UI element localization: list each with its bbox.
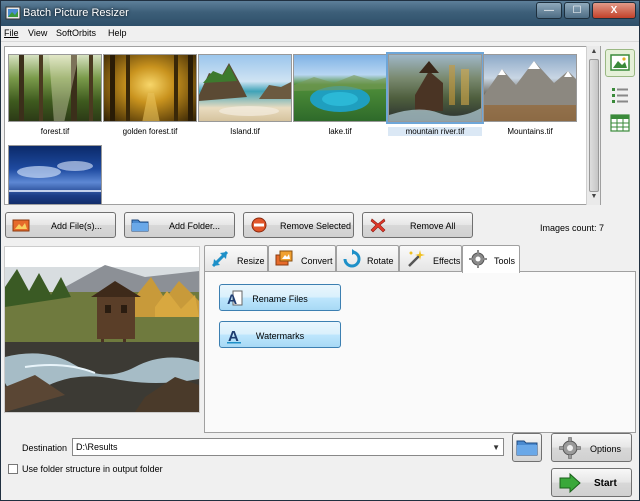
folder-structure-checkbox[interactable] (8, 464, 18, 474)
start-button[interactable]: Start (551, 468, 632, 497)
thumbnail-forest (8, 54, 102, 122)
app-window: Batch Picture Resizer — ☐ X File View So… (0, 0, 640, 501)
thumbnail-mountain-river (386, 52, 484, 124)
add-files-label: Add File(s)... (51, 221, 103, 231)
app-icon (5, 6, 21, 20)
close-button[interactable]: X (592, 2, 636, 19)
tab-label: Tools (494, 256, 516, 266)
thumbnail-view-button[interactable] (605, 49, 635, 77)
thumbnail-caption: forest.tif (40, 127, 70, 136)
destination-combobox[interactable]: D:\Results ▼ (72, 438, 504, 456)
watermarks-label: Watermarks (255, 331, 305, 341)
thumbnail-golden-forest (103, 54, 197, 122)
title-bar: Batch Picture Resizer — ☐ X (1, 1, 639, 26)
scroll-down-icon[interactable]: ▼ (589, 193, 599, 203)
tab-label: Convert (301, 256, 333, 266)
add-files-button[interactable]: Add File(s)... (5, 212, 116, 238)
delete-x-icon (370, 218, 386, 233)
gear-icon (469, 250, 487, 268)
menu-file[interactable]: File (4, 28, 19, 38)
scroll-thumb[interactable] (589, 59, 599, 192)
start-label: Start (594, 478, 617, 489)
gallery-item[interactable]: forest.tif (8, 54, 102, 136)
remove-all-label: Remove All (410, 221, 456, 231)
gallery-item[interactable]: Mountains.tif (483, 54, 577, 136)
remove-icon (251, 217, 267, 233)
tab-resize[interactable]: Resize (204, 245, 268, 272)
destination-label: Destination (22, 443, 68, 453)
add-folder-label: Add Folder... (169, 221, 221, 231)
add-folder-button[interactable]: Add Folder... (124, 212, 235, 238)
remove-selected-button[interactable]: Remove Selected (243, 212, 354, 238)
magic-wand-icon (408, 250, 425, 267)
thumbnail-island (198, 54, 292, 122)
remove-selected-label: Remove Selected (280, 221, 352, 231)
thumbnail-sky (8, 145, 102, 204)
window-title: Batch Picture Resizer (23, 7, 129, 19)
rename-files-label: Rename Files (252, 294, 308, 304)
browse-folder-button[interactable] (512, 433, 542, 462)
watermarks-button[interactable]: A Watermarks (219, 321, 341, 348)
scroll-up-icon[interactable]: ▲ (589, 48, 599, 58)
thumbnail-lake (293, 54, 387, 122)
picture-icon (610, 54, 630, 71)
options-label: Options (590, 444, 622, 454)
folder-icon (516, 440, 538, 456)
remove-all-button[interactable]: Remove All (362, 212, 473, 238)
image-gallery[interactable]: forest.tif golden forest.tif Island.tif … (4, 46, 601, 205)
thumbnail-mountains (483, 54, 577, 122)
add-image-icon (12, 219, 30, 232)
tab-tools[interactable]: Tools (462, 245, 520, 273)
gallery-item[interactable]: Island.tif (198, 54, 292, 136)
tab-label: Rotate (367, 256, 394, 266)
rename-files-button[interactable]: A Rename Files (219, 284, 341, 311)
thumbnail-caption: Island.tif (230, 127, 260, 136)
preview-image (5, 247, 199, 412)
options-button[interactable]: Options (551, 433, 632, 462)
maximize-button[interactable]: ☐ (564, 2, 590, 19)
images-count: Images count: 7 (540, 223, 605, 233)
list-icon (612, 88, 628, 103)
play-arrow-icon (559, 472, 581, 494)
list-view-button[interactable] (605, 81, 635, 109)
gallery-item-selected[interactable]: mountain river.tif (386, 52, 484, 136)
folder-icon (131, 219, 149, 232)
thumbnail-caption: mountain river.tif (388, 127, 482, 136)
image-preview (4, 246, 200, 413)
gallery-item[interactable]: lake.tif (293, 54, 387, 136)
gallery-item[interactable]: golden forest.tif (103, 54, 197, 136)
destination-value: D:\Results (76, 442, 118, 452)
menu-bar: File View SoftOrbits Help (1, 26, 639, 42)
table-view-button[interactable] (605, 109, 635, 137)
gallery-item[interactable] (8, 145, 102, 204)
tab-label: Effects (433, 256, 461, 266)
tab-rotate[interactable]: Rotate (336, 245, 399, 272)
gallery-scrollbar[interactable]: ▲ ▼ (586, 46, 600, 205)
rotate-icon (343, 249, 361, 268)
tab-convert[interactable]: Convert (268, 245, 336, 272)
tools-panel: A Rename Files A Watermarks (204, 271, 636, 433)
thumbnail-caption: golden forest.tif (122, 127, 178, 136)
thumbnail-caption: lake.tif (328, 127, 352, 136)
chevron-down-icon[interactable]: ▼ (492, 443, 500, 452)
tab-effects[interactable]: Effects (399, 245, 462, 272)
gear-icon (559, 437, 581, 459)
menu-softorbits[interactable]: SoftOrbits (56, 28, 96, 38)
thumbnail-caption: Mountains.tif (507, 127, 553, 136)
menu-help[interactable]: Help (108, 28, 127, 38)
minimize-button[interactable]: — (536, 2, 562, 19)
convert-icon (275, 250, 293, 266)
table-icon (610, 114, 630, 132)
menu-view[interactable]: View (28, 28, 47, 38)
tab-label: Resize (237, 256, 265, 266)
folder-structure-label: Use folder structure in output folder (22, 464, 163, 474)
resize-icon (211, 250, 229, 268)
